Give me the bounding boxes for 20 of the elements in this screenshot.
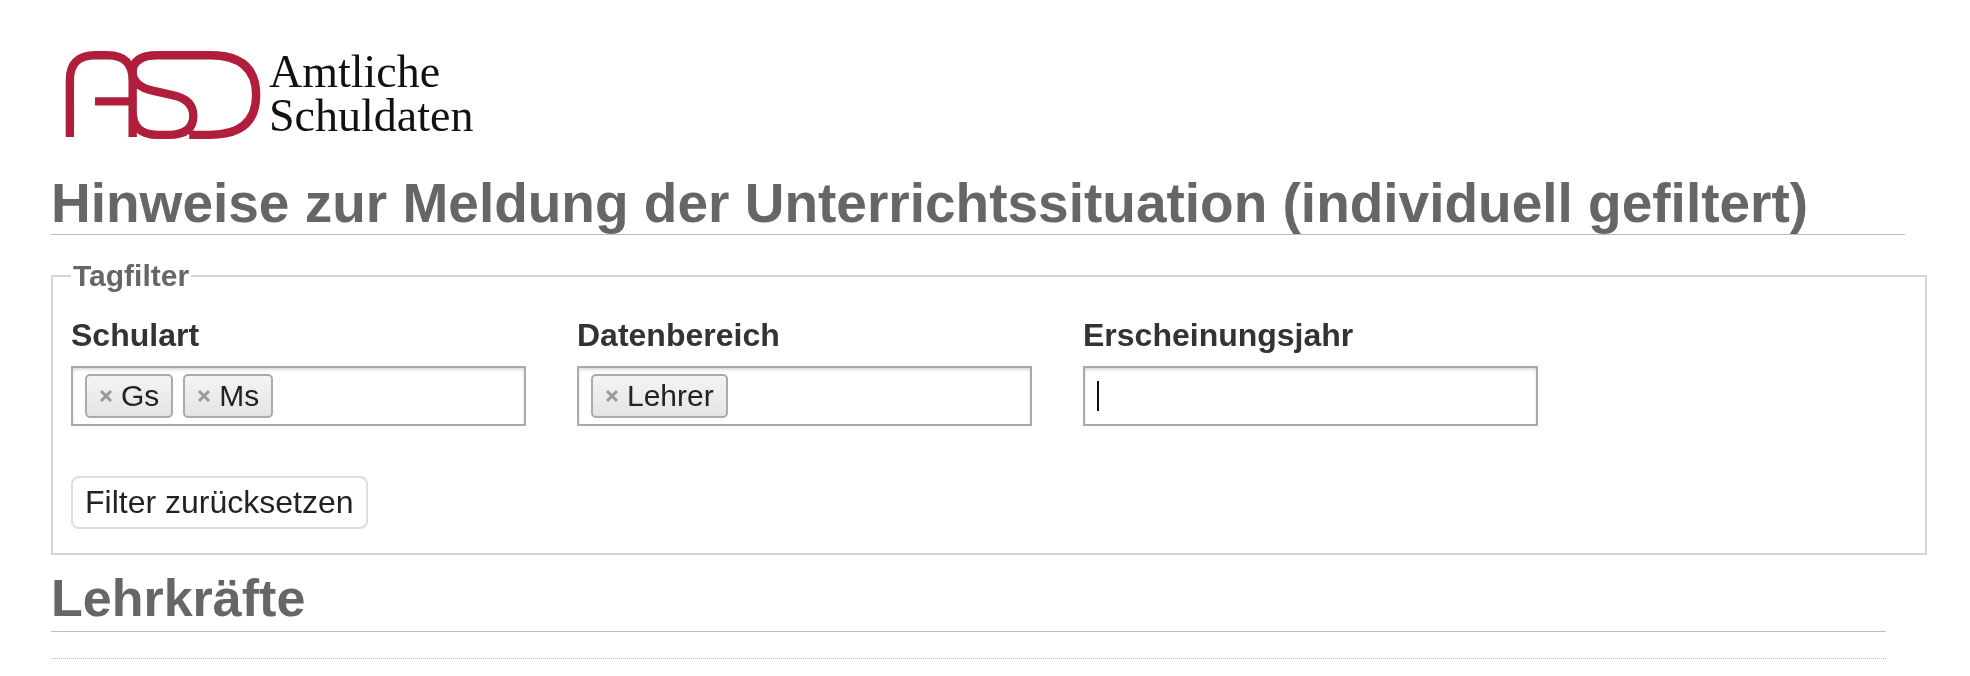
field-label: Schulart	[71, 317, 201, 354]
section-heading: Lehrkräfte	[51, 565, 1886, 632]
field-label: Erscheinungsjahr	[1083, 317, 1355, 354]
logo-icon	[63, 49, 263, 139]
tag-input-field[interactable]	[1083, 366, 1538, 426]
logo-text: Schuldaten	[269, 94, 474, 138]
text-cursor	[1097, 381, 1099, 411]
tag-input-field[interactable]: Lehrer	[577, 366, 1032, 426]
tag-chip[interactable]: Ms	[183, 374, 274, 418]
panel-legend: Tagfilter	[71, 259, 192, 293]
remove-icon[interactable]	[99, 389, 113, 403]
tag-input-field[interactable]: Gs Ms	[71, 366, 526, 426]
page-title: Hinweise zur Meldung der Unterrichtssituation (individuell gefiltert)	[51, 174, 1905, 235]
field-label: Datenbereich	[577, 317, 781, 354]
remove-icon[interactable]	[197, 389, 212, 403]
tag-chip[interactable]: Gs	[85, 374, 174, 418]
logo-text: Amtliche	[269, 50, 442, 94]
tag-chip[interactable]: Lehrer	[591, 374, 728, 418]
reset-button[interactable]: Filter zurücksetzen	[71, 476, 368, 529]
remove-icon[interactable]	[605, 389, 619, 403]
